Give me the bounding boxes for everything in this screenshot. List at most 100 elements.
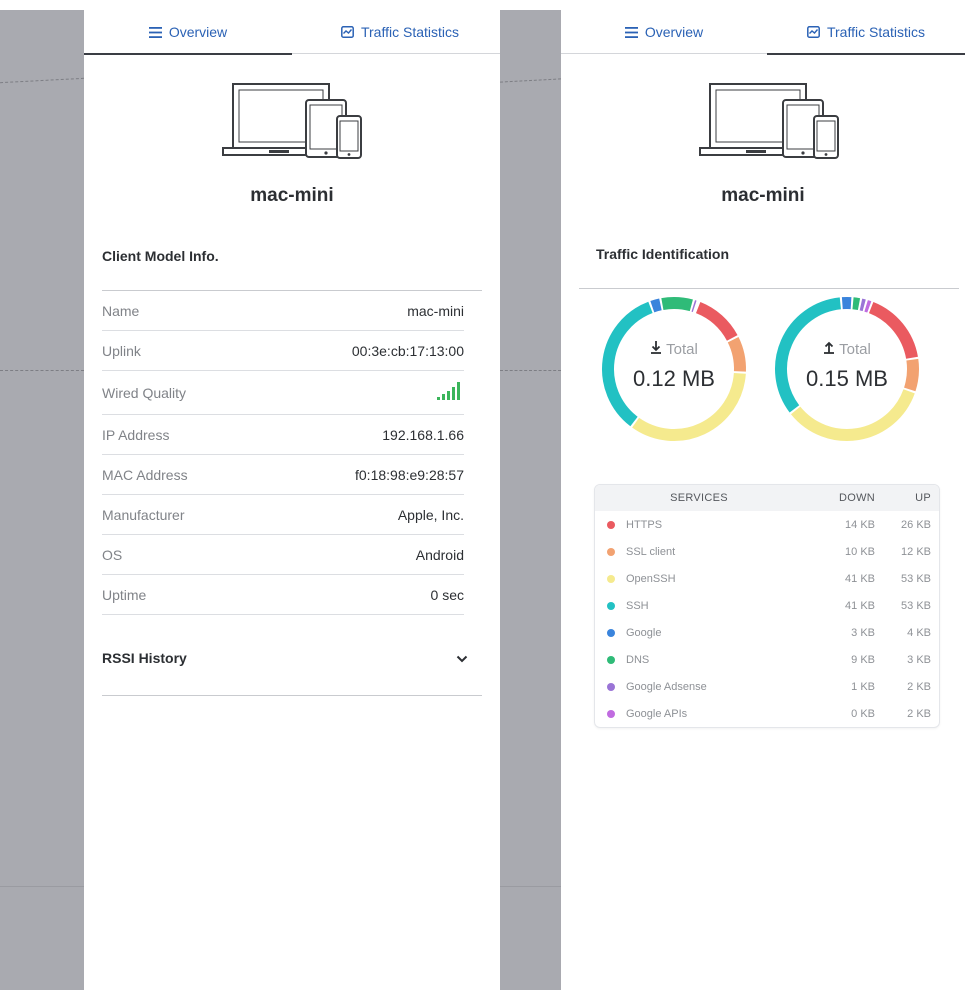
map-link-line <box>0 77 84 84</box>
info-row-uplink: Uplink 00:3e:cb:17:13:00 <box>102 331 464 371</box>
chart-box-icon <box>807 26 820 38</box>
column-header-services: SERVICES <box>670 492 728 504</box>
device-name: mac-mini <box>250 185 334 206</box>
down-value: 41 KB <box>845 572 875 585</box>
table-row: Google 3 KB 4 KB <box>595 619 939 646</box>
tab-overview[interactable]: Overview <box>84 10 292 55</box>
list-icon <box>148 26 162 38</box>
info-key: OS <box>102 546 123 563</box>
info-row-os: OS Android <box>102 535 464 575</box>
info-key: Name <box>102 302 140 319</box>
donut-slice-google-apis <box>864 300 872 313</box>
down-value: 14 KB <box>845 518 875 531</box>
table-row: SSH 41 KB 53 KB <box>595 592 939 619</box>
info-row-ip-address: IP Address 192.168.1.66 <box>102 415 464 455</box>
info-row-mac-address: MAC Address f0:18:98:e9:28:57 <box>102 455 464 495</box>
table-row: Google APIs 0 KB 2 KB <box>595 700 939 727</box>
panel-tabs: Overview Traffic Statistics <box>561 10 965 55</box>
info-value: 0 sec <box>430 586 464 603</box>
down-value: 41 KB <box>845 599 875 612</box>
signal-bars-icon <box>436 381 464 404</box>
info-row-manufacturer: Manufacturer Apple, Inc. <box>102 495 464 535</box>
legend-dot <box>607 628 615 637</box>
donut-slice-https <box>695 302 738 342</box>
service-name: SSL client <box>626 545 676 558</box>
table-row: HTTPS 14 KB 26 KB <box>595 511 939 538</box>
legend-dot <box>607 574 615 583</box>
info-value: Apple, Inc. <box>397 506 464 523</box>
service-name: Google Adsense <box>626 680 707 693</box>
donut-slice-dns <box>661 297 693 312</box>
service-cell: Google APIs <box>595 708 803 720</box>
upload-total-value: 0.15 MB <box>806 366 888 391</box>
service-cell: SSL client <box>595 546 803 558</box>
download-icon <box>650 340 662 358</box>
tab-label: Overview <box>644 24 704 40</box>
list-icon <box>624 26 638 38</box>
tab-overview[interactable]: Overview <box>561 10 767 54</box>
services-table: SERVICES DOWN UP HTTPS 14 KB 26 KB SSL clie… <box>594 484 940 728</box>
info-key: Wired Quality <box>102 384 187 401</box>
info-key: IP Address <box>102 426 170 443</box>
map-link-line <box>0 370 84 371</box>
info-value: 00:3e:cb:17:13:00 <box>351 342 464 359</box>
upload-total-text: Total <box>839 340 871 358</box>
donut-slice-ssh <box>602 301 653 427</box>
info-row-name: Name mac-mini <box>102 291 464 331</box>
table-row: DNS 9 KB 3 KB <box>595 646 939 673</box>
service-cell: OpenSSH <box>595 573 803 585</box>
devices-illustration <box>698 82 840 162</box>
device-name: mac-mini <box>721 185 805 206</box>
tab-label: Traffic Statistics <box>826 24 926 40</box>
upload-icon <box>823 340 835 358</box>
service-name: SSH <box>626 599 649 612</box>
down-value: 3 KB <box>851 626 875 639</box>
map-link-line <box>500 78 561 83</box>
service-cell: DNS <box>595 654 803 666</box>
up-value: 12 KB <box>901 545 931 558</box>
divider <box>579 288 959 289</box>
column-header-up: UP <box>915 492 931 504</box>
up-value: 26 KB <box>901 518 931 531</box>
legend-dot <box>607 709 615 718</box>
up-value: 2 KB <box>907 680 931 693</box>
service-cell: SSH <box>595 600 803 612</box>
section-title-client-model-info: Client Model Info. <box>102 248 219 264</box>
service-name: Google APIs <box>626 707 688 720</box>
tab-traffic-statistics[interactable]: Traffic Statistics <box>310 10 490 54</box>
upload-total-label: Total <box>772 340 922 358</box>
section-title-traffic-identification: Traffic Identification <box>596 246 730 262</box>
services-table-header: SERVICES DOWN UP <box>595 485 939 511</box>
download-total-label: Total <box>599 340 749 358</box>
service-name: DNS <box>626 653 650 666</box>
info-value: f0:18:98:e9:28:57 <box>355 466 464 483</box>
down-value: 10 KB <box>845 545 875 558</box>
rssi-history-toggle[interactable]: RSSI History <box>102 650 468 666</box>
info-value: 192.168.1.66 <box>382 426 464 443</box>
info-value: Android <box>415 546 464 563</box>
legend-dot <box>607 655 615 664</box>
tab-traffic-statistics[interactable]: Traffic Statistics <box>767 10 965 55</box>
donut-slice-google <box>650 298 662 313</box>
info-key: MAC Address <box>102 466 188 483</box>
tab-label: Overview <box>168 24 228 40</box>
up-value: 3 KB <box>907 653 931 666</box>
chart-box-icon <box>341 26 354 38</box>
service-cell: HTTPS <box>595 519 803 531</box>
info-key: Uptime <box>102 586 147 603</box>
upload-donut-chart: Total 0.15 MB <box>772 294 922 444</box>
chevron-down-icon[interactable] <box>456 650 468 666</box>
table-row: OpenSSH 41 KB 53 KB <box>595 565 939 592</box>
down-value: 0 KB <box>851 707 875 720</box>
client-info-table: Name mac-mini Uplink 00:3e:cb:17:13:00 W… <box>102 291 464 615</box>
background-map-middle <box>500 10 561 990</box>
up-value: 2 KB <box>907 707 931 720</box>
service-name: HTTPS <box>626 518 663 531</box>
service-cell: Google Adsense <box>595 681 803 693</box>
table-row: Google Adsense 1 KB 2 KB <box>595 673 939 700</box>
up-value: 53 KB <box>901 572 931 585</box>
tab-label: Traffic Statistics <box>360 24 460 40</box>
down-value: 9 KB <box>851 653 875 666</box>
panel-tabs: Overview Traffic Statistics <box>84 10 500 55</box>
legend-dot <box>607 520 615 529</box>
